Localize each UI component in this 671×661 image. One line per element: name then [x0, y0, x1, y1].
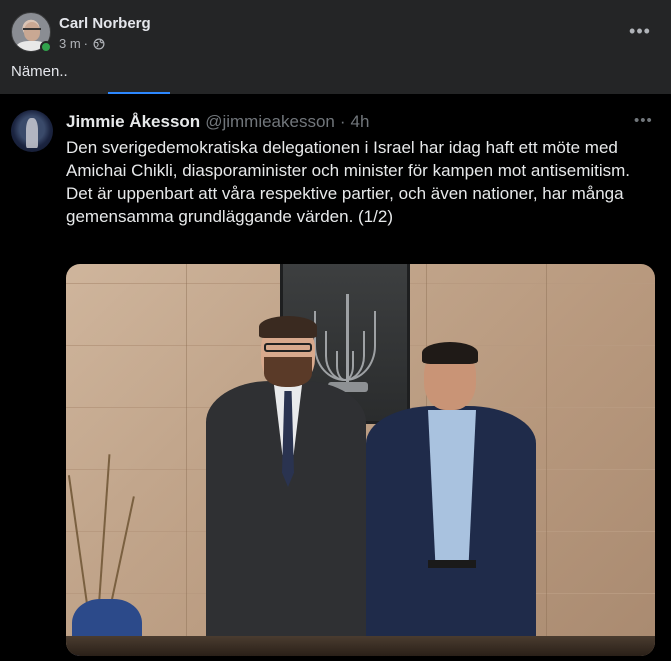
post-header: Carl Norberg 3 m · ••• — [0, 0, 671, 60]
facebook-post: Carl Norberg 3 m · ••• Nämen.. Jimmie Åk… — [0, 0, 671, 661]
active-indicator — [108, 92, 170, 94]
potted-plant — [66, 434, 146, 656]
tweet-header: Jimmie Åkesson @jimmieakesson · 4h — [66, 112, 369, 132]
post-time[interactable]: 3 m — [59, 36, 81, 51]
tweet-separator: · — [339, 112, 346, 131]
tweet-paragraph: Den sverigedemokratiska delegationen i I… — [66, 138, 631, 180]
post-more-options-button[interactable]: ••• — [622, 16, 658, 46]
tweet-author-handle: @jimmieakesson — [205, 112, 335, 131]
person-left — [206, 316, 366, 656]
tweet-paragraph: Det är uppenbart att våra respektive par… — [66, 184, 624, 226]
tweet-photo — [66, 264, 655, 656]
author-name[interactable]: Carl Norberg — [59, 15, 151, 32]
tweet-author-avatar — [11, 110, 53, 152]
tweet-author-name: Jimmie Åkesson — [66, 112, 201, 131]
tweet-time: 4h — [350, 112, 370, 131]
person-right — [366, 342, 536, 656]
globe-icon — [93, 38, 105, 49]
tweet-more-icon: ••• — [634, 112, 653, 129]
meta-separator: · — [83, 36, 89, 51]
post-text: Nämen.. — [11, 63, 68, 80]
post-meta: 3 m · — [59, 36, 105, 51]
tweet-body: Den sverigedemokratiska delegationen i I… — [66, 136, 656, 228]
online-status-icon — [40, 41, 52, 53]
